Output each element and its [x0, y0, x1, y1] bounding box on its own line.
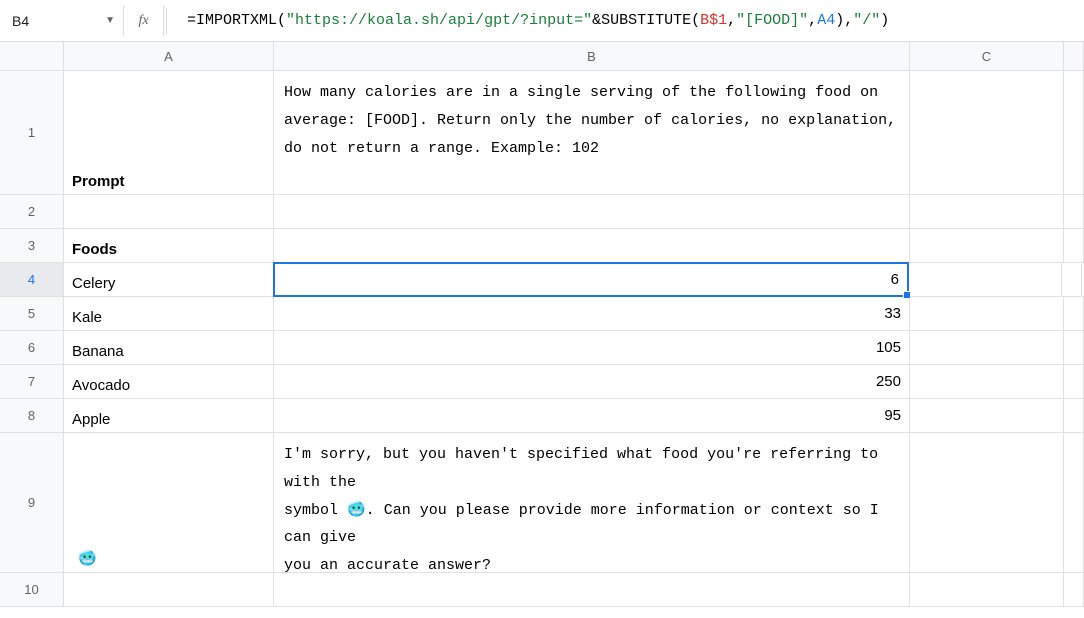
fill-handle[interactable] [903, 291, 911, 299]
formula-ref: A4 [817, 12, 835, 29]
row-10: 10 [0, 573, 1084, 607]
cell-C4[interactable] [908, 263, 1062, 296]
row-header-8[interactable]: 8 [0, 399, 64, 432]
cell-C5[interactable] [910, 297, 1064, 330]
row-8: 8 Apple 95 [0, 399, 1084, 433]
col-header-C[interactable]: C [910, 42, 1064, 70]
formula-part: =IMPORTXML( [187, 12, 286, 29]
cell-C7[interactable] [910, 365, 1064, 398]
formula-part: "https://koala.sh/api/gpt/?input=" [286, 12, 592, 29]
row-2: 2 [0, 195, 1084, 229]
formula-part: "/" [853, 12, 880, 29]
divider [166, 8, 167, 34]
cell-D7[interactable] [1064, 365, 1084, 398]
row-header-3[interactable]: 3 [0, 229, 64, 262]
formula-part: "[FOOD]" [736, 12, 808, 29]
cell-B6[interactable]: 105 [274, 331, 910, 364]
cell-A5[interactable]: Kale [64, 297, 274, 330]
formula-input[interactable]: =IMPORTXML("https://koala.sh/api/gpt/?in… [169, 6, 1080, 36]
cell-A2[interactable] [64, 195, 274, 228]
row-3: 3 Foods [0, 229, 1084, 263]
cell-A3[interactable]: Foods [64, 229, 274, 262]
row-header-7[interactable]: 7 [0, 365, 64, 398]
col-header-extra[interactable] [1064, 42, 1084, 70]
name-box-value: B4 [12, 13, 99, 29]
cell-B8[interactable]: 95 [274, 399, 910, 432]
col-header-B[interactable]: B [274, 42, 910, 70]
cell-A7[interactable]: Avocado [64, 365, 274, 398]
cell-C1[interactable] [910, 71, 1064, 194]
row-7: 7 Avocado 250 [0, 365, 1084, 399]
name-box[interactable]: B4 ▼ [4, 6, 124, 36]
formula-part: &SUBSTITUTE( [592, 12, 700, 29]
formula-part: ), [835, 12, 853, 29]
cell-A10[interactable] [64, 573, 274, 606]
row-5: 5 Kale 33 [0, 297, 1084, 331]
cell-B9[interactable]: I'm sorry, but you haven't specified wha… [274, 433, 910, 572]
cell-D4[interactable] [1062, 263, 1082, 296]
spreadsheet-grid: A B C 1 Prompt How many calories are in … [0, 42, 1084, 607]
cell-B4-selected[interactable]: 6 [273, 262, 909, 297]
select-all-corner[interactable] [0, 42, 64, 70]
row-header-4[interactable]: 4 [0, 263, 64, 296]
cell-D9[interactable] [1064, 433, 1084, 572]
col-header-A[interactable]: A [64, 42, 274, 70]
column-header-row: A B C [0, 42, 1084, 71]
cell-C3[interactable] [910, 229, 1064, 262]
cell-C2[interactable] [910, 195, 1064, 228]
cell-B7[interactable]: 250 [274, 365, 910, 398]
row-6: 6 Banana 105 [0, 331, 1084, 365]
cell-D2[interactable] [1064, 195, 1084, 228]
cell-C9[interactable] [910, 433, 1064, 572]
fx-label: fx [124, 6, 164, 36]
cell-A4[interactable]: Celery [64, 263, 274, 296]
cell-D6[interactable] [1064, 331, 1084, 364]
cell-B2[interactable] [274, 195, 910, 228]
formula-part: ) [880, 12, 889, 29]
cell-D3[interactable] [1064, 229, 1084, 262]
formula-part: , [808, 12, 817, 29]
row-header-10[interactable]: 10 [0, 573, 64, 606]
cell-A6[interactable]: Banana [64, 331, 274, 364]
chevron-down-icon[interactable]: ▼ [105, 15, 115, 26]
row-header-1[interactable]: 1 [0, 71, 64, 194]
cell-D5[interactable] [1064, 297, 1084, 330]
cell-B10[interactable] [274, 573, 910, 606]
cell-B5[interactable]: 33 [274, 297, 910, 330]
row-header-5[interactable]: 5 [0, 297, 64, 330]
row-9: 9 🥶 I'm sorry, but you haven't specified… [0, 433, 1084, 573]
cell-D8[interactable] [1064, 399, 1084, 432]
cell-D1[interactable] [1064, 71, 1084, 194]
formula-bar: B4 ▼ fx =IMPORTXML("https://koala.sh/api… [0, 0, 1084, 42]
row-1: 1 Prompt How many calories are in a sing… [0, 71, 1084, 195]
cell-B1[interactable]: How many calories are in a single servin… [274, 71, 910, 194]
cell-A9[interactable]: 🥶 [64, 433, 274, 572]
cell-value: 6 [891, 271, 899, 288]
row-4: 4 Celery 6 [0, 263, 1084, 297]
cell-C6[interactable] [910, 331, 1064, 364]
row-header-6[interactable]: 6 [0, 331, 64, 364]
formula-part: , [727, 12, 736, 29]
cell-C10[interactable] [910, 573, 1064, 606]
cell-B3[interactable] [274, 229, 910, 262]
formula-ref: B$1 [700, 12, 727, 29]
row-header-2[interactable]: 2 [0, 195, 64, 228]
cell-A8[interactable]: Apple [64, 399, 274, 432]
cell-A1[interactable]: Prompt [64, 71, 274, 194]
cell-D10[interactable] [1064, 573, 1084, 606]
row-header-9[interactable]: 9 [0, 433, 64, 572]
cell-C8[interactable] [910, 399, 1064, 432]
